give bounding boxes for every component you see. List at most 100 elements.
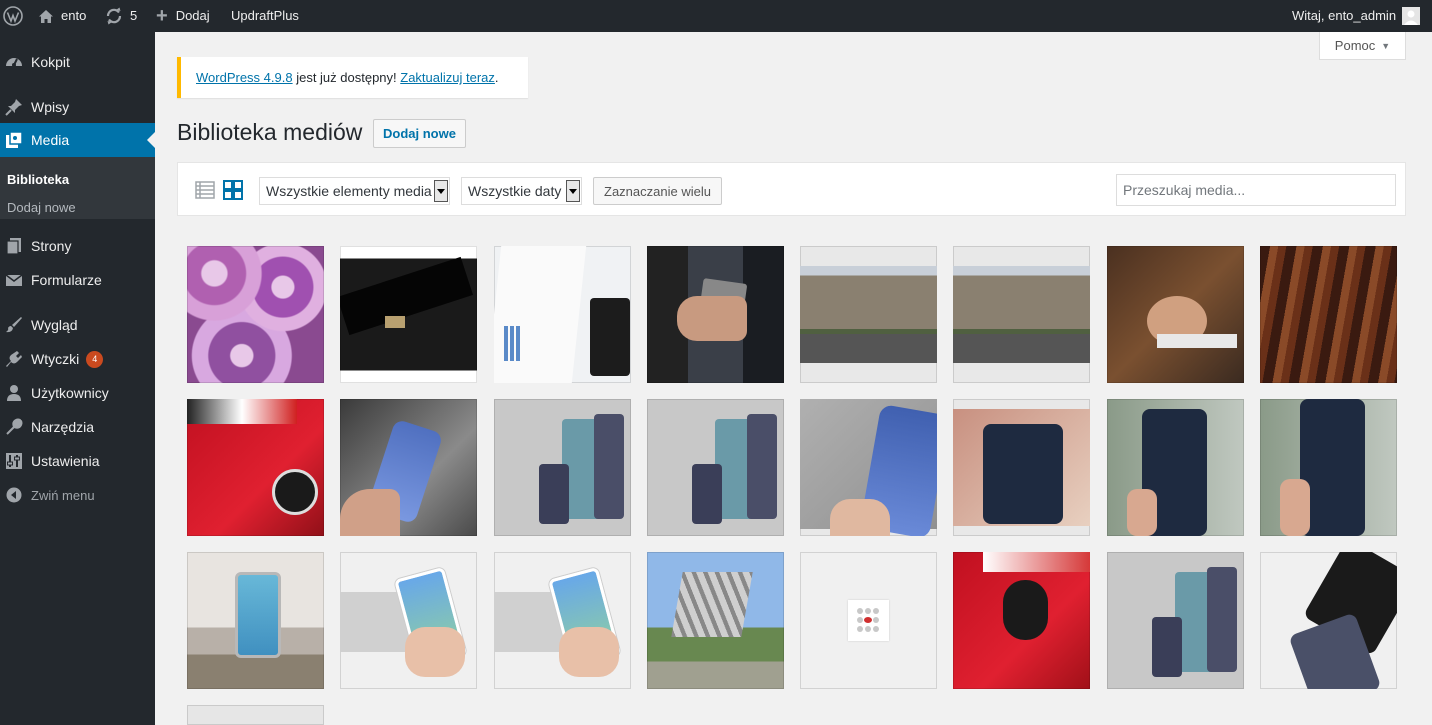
new-content-link[interactable]: + Dodaj [156,0,210,32]
menu-item-ustawienia[interactable]: Ustawienia [0,444,155,478]
media-thumbnail[interactable] [340,552,477,689]
media-thumbnail[interactable] [187,399,324,536]
plus-icon: + [156,5,168,27]
menu-label-wpisy: Wpisy [31,99,70,115]
menu-label-uzytkownicy: Użytkownicy [31,385,109,401]
dashboard-icon [4,52,24,72]
media-thumbnail[interactable] [647,399,784,536]
menu-item-wtyczki[interactable]: Wtyczki 4 [0,342,155,376]
help-tab-button[interactable]: Pomoc ▼ [1319,32,1406,60]
page-title: Biblioteka mediów [177,119,363,145]
media-thumbnail[interactable] [800,246,937,383]
media-thumbnail[interactable] [1260,246,1397,383]
media-thumbnail[interactable] [800,399,937,536]
media-thumbnail[interactable] [1260,399,1397,536]
document-icon [848,600,889,641]
help-tab-label: Pomoc [1334,38,1376,53]
new-content-label: Dodaj [175,8,210,23]
media-thumbnail[interactable] [1260,552,1397,689]
site-name: ento [61,8,87,23]
media-thumbnail[interactable] [953,552,1090,689]
media-toolbar: Wszystkie elementy media Wszystkie daty … [177,162,1406,216]
avatar [1402,7,1421,25]
caret-down-icon: ▼ [1381,40,1391,51]
updates-icon [105,7,123,25]
date-filter[interactable]: Wszystkie daty [461,177,582,205]
media-thumbnail[interactable] [1107,552,1244,689]
menu-label-media: Media [31,132,70,148]
media-search-input[interactable] [1116,174,1396,206]
scrollbar[interactable] [1426,32,1432,725]
media-thumbnail[interactable] [800,552,937,689]
menu-item-strony[interactable]: Strony [0,229,155,263]
media-thumbnail[interactable] [340,246,477,383]
wordpress-version-link[interactable]: WordPress 4.9.8 [196,70,293,85]
collapse-icon [4,485,24,505]
admin-sidebar: Kokpit Wpisy Media Biblioteka Dodaj nowe… [0,32,155,725]
menu-item-wpisy[interactable]: Wpisy [0,90,155,124]
menu-label-kokpit: Kokpit [31,54,70,70]
media-type-filter[interactable]: Wszystkie elementy media [259,177,450,205]
media-thumbnail[interactable] [953,246,1090,383]
admin-bar: ento 5 + Dodaj UpdraftPlus Witaj, ento_a… [0,0,1432,32]
media-thumbnail[interactable] [340,399,477,536]
submenu-item-dodaj-nowe[interactable]: Dodaj nowe [7,200,76,215]
pin-icon [4,97,24,117]
menu-label-wyglad: Wygląd [31,317,78,333]
updraftplus-label: UpdraftPlus [231,8,299,23]
media-thumbnail[interactable] [187,705,324,725]
add-new-button[interactable]: Dodaj nowe [373,119,466,148]
menu-label-zwin-menu: Zwiń menu [31,487,95,503]
wordpress-logo-icon[interactable] [3,0,23,32]
menu-item-formularze[interactable]: Formularze [0,263,155,297]
brush-icon [4,315,24,335]
media-thumbnail[interactable] [647,552,784,689]
media-thumbnail[interactable] [1107,246,1244,383]
menu-item-media[interactable]: Media [0,123,155,157]
media-submenu: Biblioteka Dodaj nowe [0,157,155,219]
updates-count: 5 [130,8,138,23]
menu-item-uzytkownicy[interactable]: Użytkownicy [0,376,155,410]
settings-icon [4,451,24,471]
date-filter-value: Wszystkie daty [468,183,562,199]
menu-item-kokpit[interactable]: Kokpit [0,45,155,79]
updraftplus-link[interactable]: UpdraftPlus [231,0,299,32]
menu-label-wtyczki: Wtyczki [31,351,80,367]
media-thumbnail[interactable] [953,399,1090,536]
my-account-link[interactable]: Witaj, ento_admin [1292,0,1421,32]
menu-label-formularze: Formularze [31,272,102,288]
submenu-item-biblioteka[interactable]: Biblioteka [7,172,69,187]
menu-label-narzedzia: Narzędzia [31,419,95,435]
bulk-select-button[interactable]: Zaznaczanie wielu [593,177,722,205]
mail-icon [4,270,24,290]
menu-item-wyglad[interactable]: Wygląd [0,308,155,342]
media-thumbnail[interactable] [494,246,631,383]
menu-item-narzedzia[interactable]: Narzędzia [0,410,155,444]
update-now-link[interactable]: Zaktualizuj teraz [400,70,495,85]
update-notice: WordPress 4.9.8 jest już dostępny! Zaktu… [177,57,528,98]
wrench-icon [4,417,24,437]
media-thumbnail[interactable] [187,246,324,383]
home-icon [38,9,54,24]
notice-text: jest już dostępny! [292,70,401,85]
media-thumbnail[interactable] [187,552,324,689]
media-thumbnail[interactable] [647,246,784,383]
chevron-down-icon [434,180,448,202]
updates-link[interactable]: 5 [105,0,137,32]
list-view-icon[interactable] [195,180,215,203]
media-thumbnail[interactable] [494,399,631,536]
menu-label-ustawienia: Ustawienia [31,453,100,469]
menu-label-strony: Strony [31,238,72,254]
plugin-icon [4,349,24,369]
media-thumbnail[interactable] [1107,399,1244,536]
menu-item-zwin-menu[interactable]: Zwiń menu [0,478,155,512]
media-thumbnail[interactable] [494,552,631,689]
site-name-link[interactable]: ento [38,0,86,32]
greeting-text: Witaj, ento_admin [1292,8,1397,23]
notice-end: . [494,70,499,85]
media-type-filter-value: Wszystkie elementy media [266,183,432,199]
grid-view-icon[interactable] [223,180,243,203]
user-icon [4,383,24,403]
plugin-updates-badge: 4 [86,350,104,368]
media-icon [4,130,24,150]
